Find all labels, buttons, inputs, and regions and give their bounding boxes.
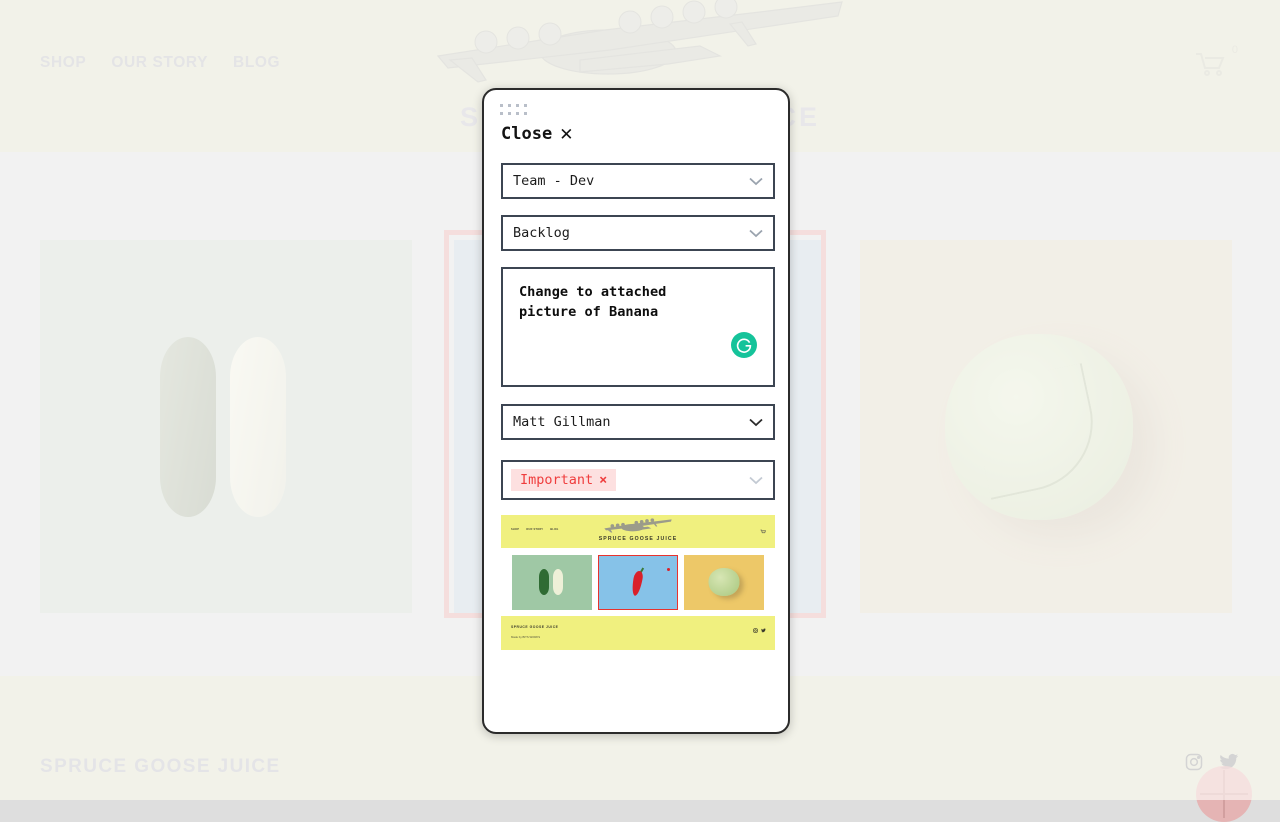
team-select-value: Team - Dev xyxy=(513,173,749,189)
tag-chip-label: Important xyxy=(520,472,593,488)
chevron-down-icon xyxy=(749,229,763,238)
status-select-value: Backlog xyxy=(513,225,749,241)
product-tile-cabbage[interactable] xyxy=(860,240,1232,613)
thumbnail-header: SHOP OUR STORY BLOG SPRUCE GOOSE JUICE xyxy=(501,515,775,548)
thumbnail-brand: SPRUCE GOOSE JUICE xyxy=(599,536,678,542)
assignee-select-value: Matt Gillman xyxy=(513,414,749,430)
thumbnail-nav-our-story: OUR STORY xyxy=(526,528,543,531)
thumbnail-footer-social xyxy=(753,628,766,633)
thumbnail-products xyxy=(501,548,775,616)
thumbnail-card-cucumber xyxy=(512,555,592,610)
description-textarea[interactable]: Change to attached picture of Banana xyxy=(501,267,775,387)
grammarly-icon[interactable] xyxy=(731,332,757,358)
tag-chip-important[interactable]: Important × xyxy=(511,469,616,491)
chevron-down-icon xyxy=(749,177,763,186)
spruce-goose-airplane-icon xyxy=(430,0,850,90)
spruce-goose-airplane-icon xyxy=(592,518,684,534)
description-text: Change to attached picture of Banana xyxy=(519,283,757,322)
close-label: Close xyxy=(501,124,552,144)
twitter-icon xyxy=(761,628,766,633)
remove-tag-x-icon[interactable]: × xyxy=(599,472,607,488)
close-x-icon: ✕ xyxy=(559,126,573,143)
shopping-cart-icon xyxy=(760,529,766,535)
thumbnail-card-chili xyxy=(598,555,678,610)
chevron-down-icon xyxy=(749,418,763,427)
thumbnail-nav-shop: SHOP xyxy=(511,528,519,531)
team-select[interactable]: Team - Dev xyxy=(501,163,775,199)
thumbnail-card-cabbage xyxy=(684,555,764,610)
cart-button[interactable]: 0 xyxy=(1194,44,1240,80)
cart-count: 0 xyxy=(1232,44,1238,56)
close-button[interactable]: Close ✕ xyxy=(501,124,573,144)
assignee-select[interactable]: Matt Gillman xyxy=(501,404,775,440)
nav-link-blog[interactable]: BLOG xyxy=(233,54,280,72)
chevron-down-icon xyxy=(749,476,763,485)
create-task-modal: Close ✕ Team - Dev Backlog Change to att… xyxy=(482,88,790,734)
thumbnail-footer: SPRUCE GOOSE JUICE Made by BITS WORKS xyxy=(501,616,775,650)
nav-link-our-story[interactable]: OUR STORY xyxy=(111,54,208,72)
thumbnail-nav-blog: BLOG xyxy=(550,528,558,531)
attached-screenshot-thumbnail[interactable]: SHOP OUR STORY BLOG SPRUCE GOOSE JUICE xyxy=(501,515,775,734)
product-tile-cucumber[interactable] xyxy=(40,240,412,613)
thumbnail-footer-brand: SPRUCE GOOSE JUICE xyxy=(511,625,558,629)
status-select[interactable]: Backlog xyxy=(501,215,775,251)
shopping-cart-icon xyxy=(1194,50,1228,78)
thumbnail-nav: SHOP OUR STORY BLOG xyxy=(511,528,559,531)
main-nav: SHOP OUR STORY BLOG xyxy=(40,54,280,72)
drag-dots-icon[interactable] xyxy=(500,104,529,117)
thumbnail-footer-sub: Made by BITS WORKS xyxy=(511,635,540,639)
cucumber-image xyxy=(160,337,292,517)
crosshair-target-icon[interactable] xyxy=(1196,766,1252,822)
instagram-icon[interactable] xyxy=(1184,752,1204,772)
instagram-icon xyxy=(753,628,758,633)
footer-brand: SPRUCE GOOSE JUICE xyxy=(40,756,281,778)
tags-select[interactable]: Important × xyxy=(501,460,775,500)
nav-link-shop[interactable]: SHOP xyxy=(40,54,86,72)
cabbage-image xyxy=(945,334,1133,520)
